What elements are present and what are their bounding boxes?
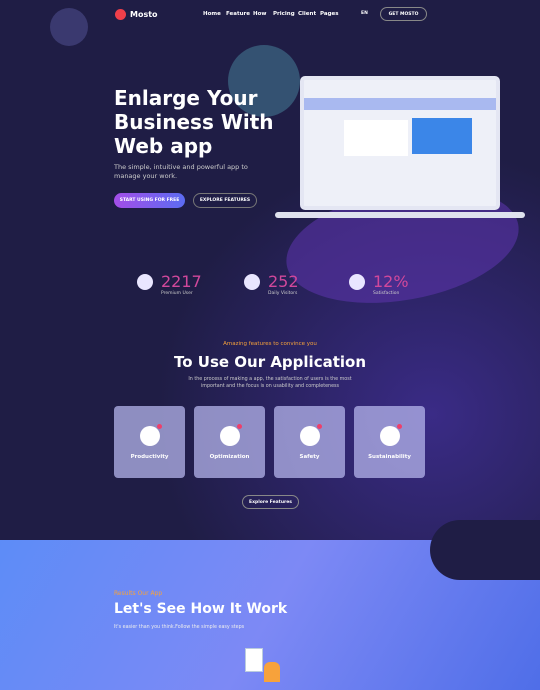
start-free-button[interactable]: START USING FOR FREE [114, 193, 185, 208]
user-icon [137, 274, 153, 290]
stat-label: Satisfaction [373, 291, 400, 296]
nav-pricing[interactable]: Pricing [273, 11, 295, 17]
features-eyebrow: Amazing features to convince you [223, 341, 317, 347]
stat-value: 12% [373, 272, 409, 291]
illustration-board [245, 648, 263, 672]
sustainability-icon [379, 424, 402, 446]
explore-features-button[interactable]: EXPLORE FEATURES [193, 193, 257, 208]
optimization-icon [219, 424, 242, 446]
decor-bubble [50, 8, 88, 46]
how-eyebrow: Results Our App [114, 590, 163, 597]
feature-card-safety[interactable]: Safety [274, 406, 345, 478]
laptop-base [275, 212, 525, 218]
smile-icon [349, 274, 365, 290]
stat-label: Daily Visitors [268, 291, 298, 296]
nav-client[interactable]: Client [298, 11, 316, 17]
explore-features-link[interactable]: Explore Features [242, 495, 299, 509]
mockup-bars-panel [344, 120, 408, 156]
brand-name[interactable]: Mosto [130, 10, 158, 19]
laptop-mockup [300, 76, 500, 210]
title-line: Web app [114, 134, 213, 158]
title-line: Enlarge Your [114, 86, 258, 110]
how-title: Let's See How It Work [114, 601, 288, 617]
stat-label: Premium User [161, 291, 193, 296]
logo-icon[interactable] [115, 9, 126, 20]
nav-how[interactable]: How [253, 11, 266, 17]
nav-pages[interactable]: Pages [320, 11, 339, 17]
stat-value: 2217 [161, 272, 202, 291]
get-mosto-button[interactable]: GET MOSTO [380, 7, 427, 21]
how-description: It's easier than you think.Follow the si… [114, 625, 245, 630]
productivity-icon [139, 424, 162, 446]
hero-subtitle: The simple, intuitive and powerful app t… [114, 163, 248, 180]
feature-card-optimization[interactable]: Optimization [194, 406, 265, 478]
stat-value: 252 [268, 272, 299, 291]
nav-home[interactable]: Home [203, 11, 221, 17]
mockup-header-bar [304, 98, 496, 110]
features-title: To Use Our Application [174, 353, 366, 371]
decor-wave-cut [430, 520, 540, 580]
language-select[interactable]: EN [361, 11, 368, 16]
features-description: In the process of making a app, the sati… [188, 377, 352, 389]
chip-icon [244, 274, 260, 290]
safety-icon [299, 424, 322, 446]
hero-title: Enlarge Your Business With Web app [114, 86, 274, 158]
mockup-chart-panel [412, 118, 472, 154]
card-label: Productivity [130, 454, 169, 460]
feature-card-productivity[interactable]: Productivity [114, 406, 185, 478]
title-line: Business With [114, 110, 274, 134]
nav-feature[interactable]: Feature [226, 11, 250, 17]
card-label: Optimization [209, 454, 250, 460]
illustration-person [264, 662, 280, 682]
card-label: Safety [299, 454, 320, 460]
card-label: Sustainability [368, 454, 411, 460]
feature-card-sustainability[interactable]: Sustainability [354, 406, 425, 478]
